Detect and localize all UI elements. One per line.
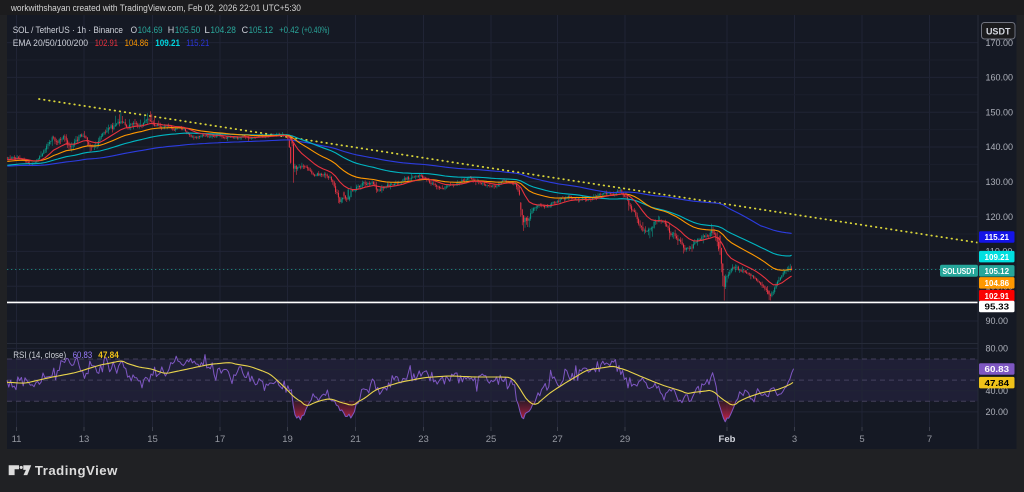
svg-text:O: O <box>131 25 138 35</box>
svg-text:102.91: 102.91 <box>95 38 118 48</box>
svg-text:102.91: 102.91 <box>985 291 1010 301</box>
svg-text:15: 15 <box>147 434 158 445</box>
svg-text:130.00: 130.00 <box>986 177 1014 187</box>
svg-text:23: 23 <box>418 434 429 445</box>
svg-text:104.28: 104.28 <box>210 25 236 35</box>
svg-text:19: 19 <box>282 434 293 445</box>
svg-text:95.33: 95.33 <box>985 302 1010 312</box>
svg-text:105.12: 105.12 <box>985 266 1010 276</box>
svg-text:27: 27 <box>552 434 563 445</box>
svg-text:L: L <box>204 25 210 35</box>
svg-text:105.12: 105.12 <box>249 25 274 35</box>
svg-text:47.84: 47.84 <box>98 350 119 360</box>
svg-text:5: 5 <box>859 434 864 445</box>
svg-text:90.00: 90.00 <box>986 316 1009 326</box>
svg-text:H: H <box>168 25 175 35</box>
svg-text:120.00: 120.00 <box>986 212 1014 222</box>
svg-text:USDT: USDT <box>986 27 1011 37</box>
svg-text:SOLUSDT: SOLUSDT <box>943 266 977 276</box>
svg-text:29: 29 <box>620 434 631 445</box>
svg-text:115.21: 115.21 <box>985 232 1010 242</box>
svg-text:104.86: 104.86 <box>985 278 1010 288</box>
svg-text:60.83: 60.83 <box>985 364 1010 374</box>
svg-text:EMA 20/50/100/200: EMA 20/50/100/200 <box>13 38 88 48</box>
svg-text:150.00: 150.00 <box>986 107 1014 117</box>
svg-text:104.69: 104.69 <box>138 25 163 35</box>
svg-text:47.84: 47.84 <box>985 378 1010 388</box>
svg-text:140.00: 140.00 <box>986 142 1014 152</box>
svg-text:SOL / TetherUS · 1h · Binance: SOL / TetherUS · 1h · Binance <box>13 25 123 35</box>
svg-text:21: 21 <box>350 434 361 445</box>
svg-text:109.21: 109.21 <box>155 38 180 48</box>
svg-text:TradingView: TradingView <box>35 463 118 478</box>
svg-text:80.00: 80.00 <box>986 344 1009 354</box>
svg-text:workwithshayan created with Tr: workwithshayan created with TradingView.… <box>10 3 301 13</box>
svg-text:160.00: 160.00 <box>986 73 1014 83</box>
svg-text:+0.42: +0.42 <box>279 25 299 35</box>
svg-text:13: 13 <box>79 434 90 445</box>
svg-text:7: 7 <box>927 434 932 445</box>
svg-text:105.50: 105.50 <box>175 25 201 35</box>
svg-text:20.00: 20.00 <box>986 407 1009 417</box>
svg-text:17: 17 <box>215 434 226 445</box>
svg-text:115.21: 115.21 <box>186 38 209 48</box>
svg-text:25: 25 <box>486 434 497 445</box>
svg-text:RSI (14, close): RSI (14, close) <box>13 350 66 360</box>
svg-text:11: 11 <box>12 434 22 445</box>
svg-text:60.83: 60.83 <box>73 350 93 360</box>
svg-text:(+0.40%): (+0.40%) <box>302 25 330 35</box>
svg-text:109.21: 109.21 <box>985 252 1010 262</box>
svg-text:3: 3 <box>792 434 797 445</box>
svg-text:C: C <box>242 25 249 35</box>
svg-text:Feb: Feb <box>719 434 736 445</box>
svg-text:104.86: 104.86 <box>125 38 149 48</box>
